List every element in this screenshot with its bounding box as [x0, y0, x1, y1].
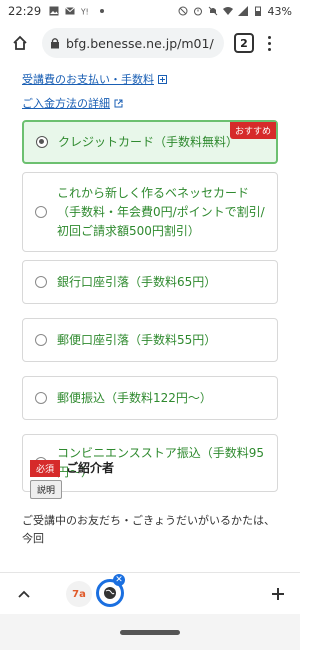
- payment-option-postal-debit[interactable]: 郵便口座引落（手数料55円）: [22, 318, 278, 362]
- payment-option-credit-card[interactable]: クレジットカード（手数料無料） おすすめ: [22, 120, 278, 164]
- mail-icon: [65, 7, 75, 15]
- payment-option-postal-transfer[interactable]: 郵便振込（手数料122円〜）: [22, 376, 278, 420]
- globe-icon: [104, 587, 116, 599]
- url-text: bfg.benesse.ne.jp/m01/: [66, 35, 214, 51]
- referrer-title: ご紹介者: [66, 461, 115, 475]
- bottom-toolbar: 7a ✕: [0, 572, 300, 614]
- radio-button[interactable]: [35, 334, 47, 346]
- fee-payment-link-text: 受講費のお支払い・手数料: [22, 73, 154, 86]
- option-label: 郵便口座引落（手数料55円）: [57, 332, 217, 347]
- new-tab-button[interactable]: [270, 583, 286, 607]
- external-link-icon: [114, 99, 123, 108]
- browser-toolbar: bfg.benesse.ne.jp/m01/ 2: [0, 22, 300, 64]
- notification-icons: Y!: [49, 6, 107, 16]
- notifications-off-icon: [208, 6, 217, 16]
- home-gesture-handle[interactable]: [120, 629, 180, 635]
- status-time: 22:29: [8, 4, 42, 18]
- fee-payment-link[interactable]: 受講費のお支払い・手数料: [22, 71, 167, 87]
- home-button[interactable]: [8, 31, 32, 55]
- home-icon: [13, 35, 27, 50]
- payment-option-benesse-card[interactable]: これから新しく作るベネッセカード（手数料・年会費0円/ポイントで割引/初回ご請求…: [22, 172, 278, 252]
- wifi-icon: [222, 7, 233, 15]
- explain-button[interactable]: 説明: [30, 480, 63, 499]
- lock-icon: [50, 37, 60, 49]
- required-badge: 必須: [30, 460, 61, 477]
- status-bar: 22:29 Y! 43%: [0, 0, 300, 22]
- battery-icon: [254, 6, 261, 16]
- radio-button[interactable]: [36, 136, 48, 148]
- menu-dot-icon: [268, 47, 271, 51]
- page-content: 受講費のお支払い・手数料 ご入金方法の詳細 クレジットカード（手数料無料） おす…: [0, 64, 300, 572]
- signal-icon: [237, 6, 248, 16]
- radio-button[interactable]: [35, 206, 47, 218]
- close-tab-icon[interactable]: ✕: [113, 574, 125, 586]
- radio-button[interactable]: [35, 276, 47, 288]
- mute-icon: [178, 6, 188, 16]
- yahoo-icon: Y!: [81, 7, 89, 16]
- system-icons: 43%: [178, 5, 292, 18]
- deposit-details-link[interactable]: ご入金方法の詳細: [22, 95, 123, 111]
- address-bar[interactable]: bfg.benesse.ne.jp/m01/: [42, 28, 224, 58]
- alarm-icon: [193, 7, 202, 16]
- tab-favicon-text: 7a: [72, 588, 86, 600]
- svg-text:Y!: Y!: [81, 7, 89, 16]
- option-label: これから新しく作るベネッセカード（手数料・年会費0円/ポイントで割引/初回ご請求…: [57, 185, 265, 238]
- tab-thumbnail-1[interactable]: 7a: [66, 581, 92, 607]
- payment-option-bank-debit[interactable]: 銀行口座引落（手数料65円）: [22, 260, 278, 304]
- expand-up-button[interactable]: [14, 589, 34, 599]
- option-label: クレジットカード（手数料無料）: [58, 134, 239, 149]
- image-icon: [49, 6, 59, 16]
- option-label: 銀行口座引落（手数料65円）: [57, 274, 217, 289]
- deposit-details-link-text: ご入金方法の詳細: [22, 97, 110, 110]
- referrer-description: ご受講中のお友だち・ごきょうだいがいるかたは、今回: [22, 514, 275, 545]
- chevron-up-icon: [18, 590, 30, 598]
- recommended-badge: おすすめ: [229, 122, 276, 139]
- option-label: 郵便振込（手数料122円〜）: [57, 390, 212, 405]
- tab-count: 2: [240, 36, 248, 50]
- radio-button[interactable]: [35, 392, 47, 404]
- overflow-menu-button[interactable]: [268, 35, 271, 51]
- menu-dot-icon: [268, 35, 271, 39]
- dot-icon: [100, 9, 105, 13]
- plus-icon: [272, 588, 284, 600]
- system-navigation-bar: [0, 614, 300, 650]
- menu-dot-icon: [268, 41, 271, 45]
- battery-percent: 43%: [267, 4, 292, 18]
- tab-switcher-button[interactable]: 2: [234, 33, 254, 53]
- expand-box-icon: [158, 74, 167, 84]
